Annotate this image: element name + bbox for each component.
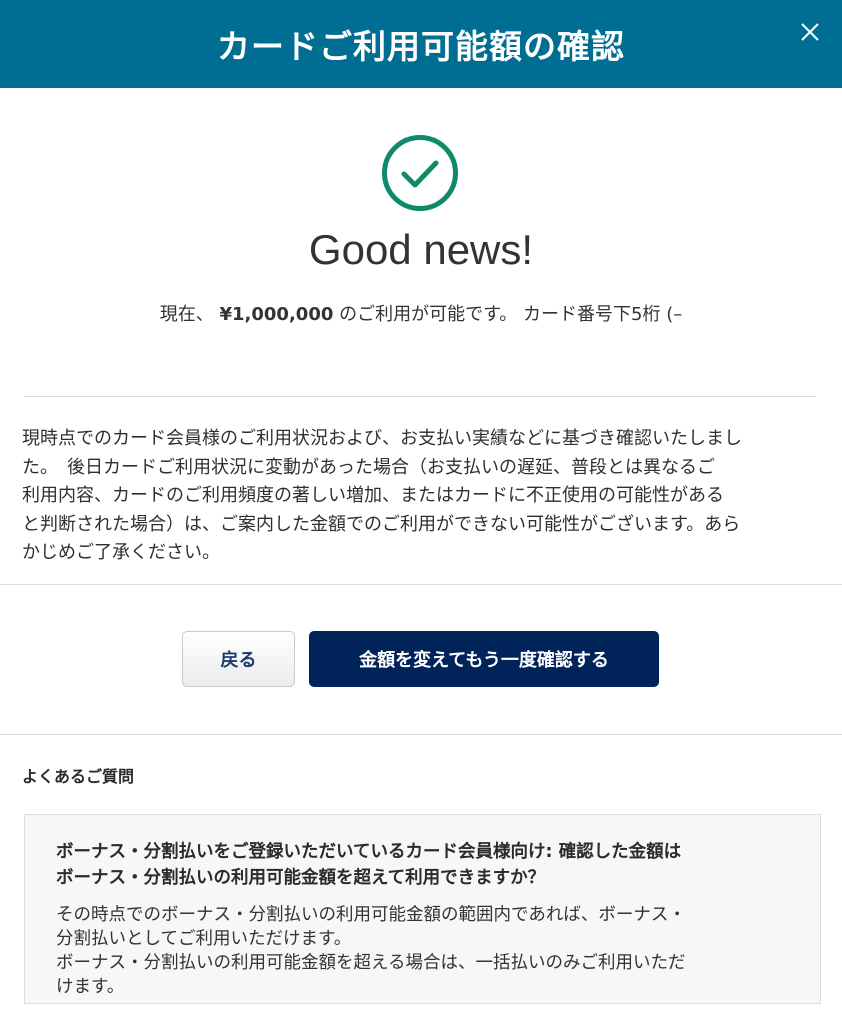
modal-title: カードご利用可能額の確認 <box>217 27 625 66</box>
divider <box>24 396 816 397</box>
summary-suffix: のご利用が可能です。 カード番号下5桁 (– <box>339 304 683 325</box>
available-amount: ¥1,000,000 <box>219 304 334 325</box>
result-headline: Good news! <box>308 226 534 273</box>
divider <box>0 584 842 585</box>
notice-line: 利用内容、カードのご利用頻度の著しい増加、またはカードに不正使用の可能性がある <box>22 485 724 506</box>
available-amount-summary: 現在、 ¥1,000,000 のご利用が可能です。 カード番号下5桁 (– <box>0 300 842 326</box>
modal-header: カードご利用可能額の確認 <box>0 0 842 88</box>
notice-line: た。 後日カードご利用状況に変動があった場合（お支払いの遅延、普段とは異なるご <box>22 456 715 478</box>
notice-line: 現時点でのカード会員様のご利用状況および、お支払い実績などに基づき確認いたしまし <box>22 428 742 449</box>
faq-answer-line: 分割払いとしてご利用いただけます。 <box>56 929 352 949</box>
faq-answer-line: その時点でのボーナス・分割払いの利用可能金額の範囲内であれば、ボーナス・ <box>56 905 686 925</box>
close-button[interactable] <box>796 18 824 46</box>
check-circle-icon <box>381 134 459 212</box>
divider <box>0 734 842 735</box>
notice-line: かじめご了承ください。 <box>22 542 220 563</box>
notice-line: と判断された場合）は、ご案内した金額でのご利用ができない可能性がございます。あら <box>22 513 741 535</box>
recheck-amount-button[interactable]: 金額を変えてもう一度確認する <box>309 631 659 687</box>
faq-heading: よくあるご質問 <box>22 767 135 786</box>
summary-prefix: 現在、 <box>159 304 214 325</box>
faq-answer-line: けます。 <box>56 977 125 997</box>
faq-question-line: ボーナス・分割払いの利用可能金額を超えて利用できますか？ <box>56 868 546 888</box>
faq-answer-line: ボーナス・分割払いの利用可能金額を超える場合は、一括払いのみご利用いただ <box>56 953 686 973</box>
faq-answer: その時点でのボーナス・分割払いの利用可能金額の範囲内であれば、ボーナス・ 分割払… <box>56 903 790 999</box>
faq-question: ボーナス・分割払いをご登録いただいているカード会員様向け: 確認した金額は ボー… <box>56 839 790 891</box>
notice-text: 現時点でのカード会員様のご利用状況および、お支払い実績などに基づき確認いたしまし… <box>22 425 822 568</box>
close-icon[interactable] <box>796 18 824 46</box>
faq-question-line: ボーナス・分割払いをご登録いただいているカード会員様向け: 確認した金額は <box>56 842 682 862</box>
back-button[interactable]: 戻る <box>182 631 295 687</box>
faq-item: ボーナス・分割払いをご登録いただいているカード会員様向け: 確認した金額は ボー… <box>24 814 821 1004</box>
